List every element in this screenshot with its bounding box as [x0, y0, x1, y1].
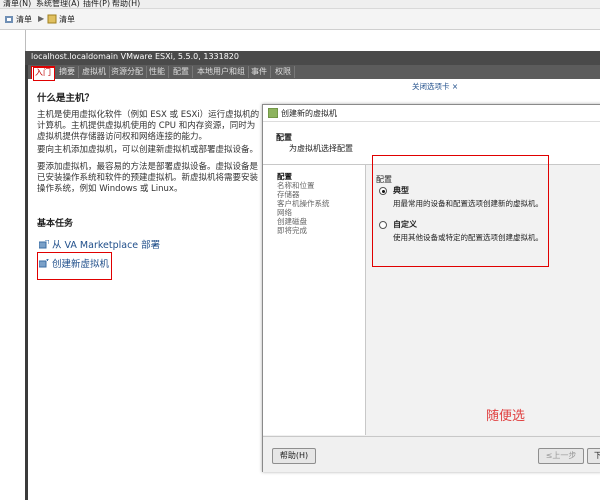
tab-events[interactable]: 事件	[248, 66, 271, 78]
breadcrumb-arrow-icon: ▶	[38, 14, 45, 23]
page-title: 什么是主机？	[37, 93, 95, 104]
breadcrumb-home[interactable]: 清单	[16, 14, 32, 25]
back-button[interactable]: ≤上一步	[538, 448, 584, 464]
dialog-header-title: 配置	[276, 133, 292, 142]
dialog-titlebar: 创建新的虚拟机	[263, 105, 600, 122]
menu-bar: 清单(N) 系统管理(A) 插件(P) 帮助(H)	[0, 0, 600, 9]
menu-help[interactable]: 帮助(H)	[112, 0, 140, 9]
menu-plugins[interactable]: 插件(P)	[83, 0, 110, 9]
breadcrumb-current[interactable]: 清单	[59, 14, 75, 25]
highlight-config-options	[372, 155, 549, 267]
annotation-text: 随便选	[486, 409, 526, 424]
inventory-pane	[0, 30, 26, 500]
dialog-title: 创建新的虚拟机	[281, 109, 337, 118]
menu-inventory[interactable]: 清单(N)	[3, 0, 31, 9]
help-button[interactable]: 帮助(H)	[272, 448, 316, 464]
add-vm-paragraph: 要向主机添加虚拟机，可以创建新虚拟机或部署虚拟设备。	[37, 145, 259, 155]
deploy-va-marketplace-link[interactable]: 从 VA Marketplace 部署	[39, 237, 160, 251]
close-tab-link[interactable]: 关闭选项卡 ×	[412, 81, 458, 92]
tab-summary[interactable]: 摘要	[56, 66, 79, 78]
vm-wizard-icon	[268, 108, 278, 118]
highlight-getting-started-tab	[33, 67, 55, 81]
deploy-va-label: 从 VA Marketplace 部署	[52, 240, 161, 251]
tab-resource-allocation[interactable]: 资源分配	[108, 66, 147, 78]
dialog-header-subtitle: 为虚拟机选择配置	[289, 144, 353, 153]
wizard-steps: 配置 名称和位置 存储器 客户机操作系统 网络 创建磁盘 即将完成	[263, 165, 366, 435]
home-icon[interactable]	[4, 14, 14, 24]
tab-performance[interactable]: 性能	[146, 66, 169, 78]
intro-paragraph: 主机是使用虚拟化软件（例如 ESX 或 ESXi）运行虚拟机的 计算机。主机提供…	[37, 110, 260, 142]
tab-strip: 入门 摘要 虚拟机 资源分配 性能 配置 本地用户和组 事件 权限	[28, 65, 600, 80]
tab-vms[interactable]: 虚拟机	[79, 66, 110, 78]
tab-permissions[interactable]: 权限	[272, 66, 295, 78]
breadcrumb: 清单 ▶ 清单	[0, 9, 600, 30]
deploy-icon	[39, 240, 49, 249]
step-ready[interactable]: 即将完成	[277, 225, 307, 236]
inventory-icon	[47, 14, 57, 24]
dialog-footer: 帮助(H) ≤上一步 下	[263, 436, 600, 472]
basic-tasks-title: 基本任务	[37, 219, 74, 229]
host-header: localhost.localdomain VMware ESXi, 5.5.0…	[25, 51, 600, 65]
appliance-paragraph: 要添加虚拟机，最容易的方法是部署虚拟设备。虚拟设备是 已安装操作系统和软件的预建…	[37, 162, 259, 194]
tab-configuration[interactable]: 配置	[170, 66, 193, 78]
next-button[interactable]: 下	[587, 448, 600, 464]
host-title: localhost.localdomain VMware ESXi, 5.5.0…	[31, 52, 239, 61]
menu-admin[interactable]: 系统管理(A)	[36, 0, 80, 9]
tab-local-users-groups[interactable]: 本地用户和组	[194, 66, 249, 78]
highlight-create-vm	[37, 252, 112, 280]
